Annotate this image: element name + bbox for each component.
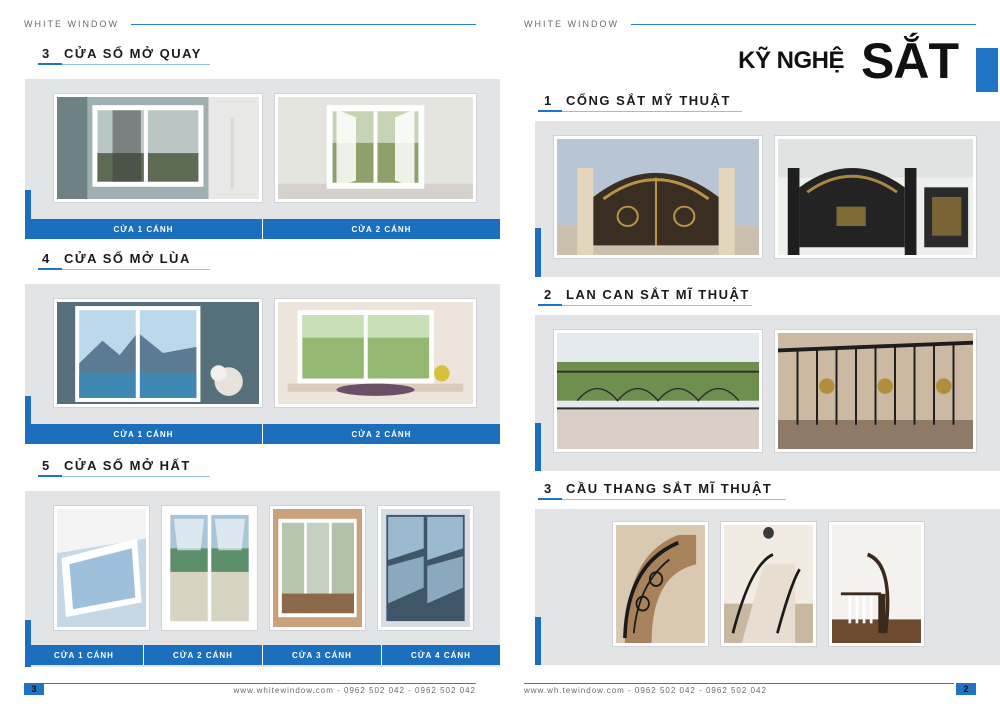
caption-2-sash: CỬA 2 CÁNH — [262, 219, 500, 239]
photo-casement-1-sash — [54, 94, 262, 202]
heading-sat: SẮT — [861, 33, 959, 89]
section-title-cau-thang-sat: 3 CẦU THANG SẮT MĨ THUẬT — [544, 481, 772, 496]
panel-accent — [535, 423, 541, 471]
photo-sliding-2-sash — [275, 299, 476, 407]
footer-rule — [524, 683, 954, 684]
section-title-text: LAN CAN SẮT MĨ THUẬT — [566, 287, 750, 302]
section-title-text: CỔNG SẮT MỸ THUẬT — [566, 93, 731, 108]
footer-rule — [44, 683, 476, 684]
section-underline — [62, 64, 210, 65]
brand-label: WHITE WINDOW — [524, 19, 619, 29]
header-rule — [631, 24, 976, 25]
panel-accent — [535, 617, 541, 665]
section-title-cua-so-mo-quay: 3 CỬA SỔ MỞ QUAY — [42, 46, 202, 61]
section-title-text: CỬA SỔ MỞ QUAY — [64, 46, 202, 61]
photo-iron-staircase-2 — [721, 522, 816, 646]
photo-awning-4-sash — [378, 506, 473, 630]
caption-bar: CỬA 1 CÁNH CỬA 2 CÁNH — [25, 424, 500, 444]
section-underline-accent — [38, 475, 62, 477]
right-page: WHITE WINDOW KỸ NGHỆ SẮT 1 CỔNG SẮT MỸ TH… — [500, 0, 1000, 720]
heading-accent-block — [976, 48, 998, 92]
section-title-text: CẦU THANG SẮT MĨ THUẬT — [566, 481, 773, 496]
section-underline-accent — [538, 110, 562, 112]
caption-3-sash: CỬA 3 CÁNH — [262, 645, 381, 665]
photo-iron-staircase-1 — [613, 522, 708, 646]
section-underline — [62, 269, 210, 270]
section-number: 5 — [42, 458, 51, 473]
section-title-cong-sat: 1 CỔNG SẮT MỸ THUẬT — [544, 93, 731, 108]
section-number: 1 — [544, 93, 553, 108]
section-underline — [562, 305, 752, 306]
photo-iron-staircase-3 — [829, 522, 924, 646]
caption-1-sash: CỬA 1 CÁNH — [54, 650, 114, 660]
brand-label: WHITE WINDOW — [24, 19, 119, 29]
caption-2-sash: CỬA 2 CÁNH — [262, 424, 500, 444]
footer-contact: www.wh.tewindow.com - 0962 502 042 - 096… — [524, 686, 767, 695]
section-underline — [562, 111, 742, 112]
photo-iron-gate-1 — [554, 136, 762, 258]
section-underline — [562, 499, 786, 500]
section-underline-accent — [38, 268, 62, 270]
section-title-cua-so-mo-hat: 5 CỬA SỔ MỞ HẤT — [42, 458, 191, 473]
section-number: 3 — [42, 46, 51, 61]
page-number: 3 — [24, 683, 44, 695]
section-number: 4 — [42, 251, 51, 266]
footer-contact: www.whitewindow.com - 0962 502 042 - 096… — [233, 686, 476, 695]
section-number: 3 — [544, 481, 553, 496]
caption-4-sash: CỬA 4 CÁNH — [381, 645, 500, 665]
caption-bar: CỬA 1 CÁNH CỬA 2 CÁNH CỬA 3 CÁNH CỬA 4 C… — [25, 645, 500, 665]
section-title-text: CỬA SỔ MỞ LÙA — [64, 251, 191, 266]
photo-awning-3-sash — [270, 506, 365, 630]
caption-1-sash: CỬA 1 CÁNH — [113, 224, 174, 234]
caption-1-sash: CỬA 1 CÁNH — [113, 429, 174, 439]
section-number: 2 — [544, 287, 553, 302]
caption-bar: CỬA 1 CÁNH CỬA 2 CÁNH — [25, 219, 500, 239]
photo-awning-2-sash — [162, 506, 257, 630]
heading-ky-nghe: KỸ NGHỆ — [738, 47, 844, 74]
photo-iron-railing-1 — [554, 330, 762, 452]
photo-iron-gate-2 — [775, 136, 976, 258]
section-underline-accent — [38, 63, 62, 65]
section-title-lan-can-sat: 2 LAN CAN SẮT MĨ THUẬT — [544, 287, 750, 302]
photo-sliding-1-sash — [54, 299, 262, 407]
left-page: WHITE WINDOW 3 CỬA SỔ MỞ QUAY CỬA 1 CÁNH… — [0, 0, 500, 720]
photo-awning-1-sash — [54, 506, 149, 630]
section-title-text: CỬA SỔ MỞ HẤT — [64, 458, 191, 473]
section-underline-accent — [538, 304, 562, 306]
section-underline — [62, 476, 210, 477]
header-rule — [131, 24, 476, 25]
panel-accent — [535, 228, 541, 277]
page-number: 2 — [956, 683, 976, 695]
section-underline-accent — [538, 498, 562, 500]
photo-iron-railing-2 — [775, 330, 976, 452]
section-title-cua-so-mo-lua: 4 CỬA SỔ MỞ LÙA — [42, 251, 191, 266]
photo-casement-2-sash — [275, 94, 476, 202]
caption-2-sash: CỬA 2 CÁNH — [143, 645, 262, 665]
